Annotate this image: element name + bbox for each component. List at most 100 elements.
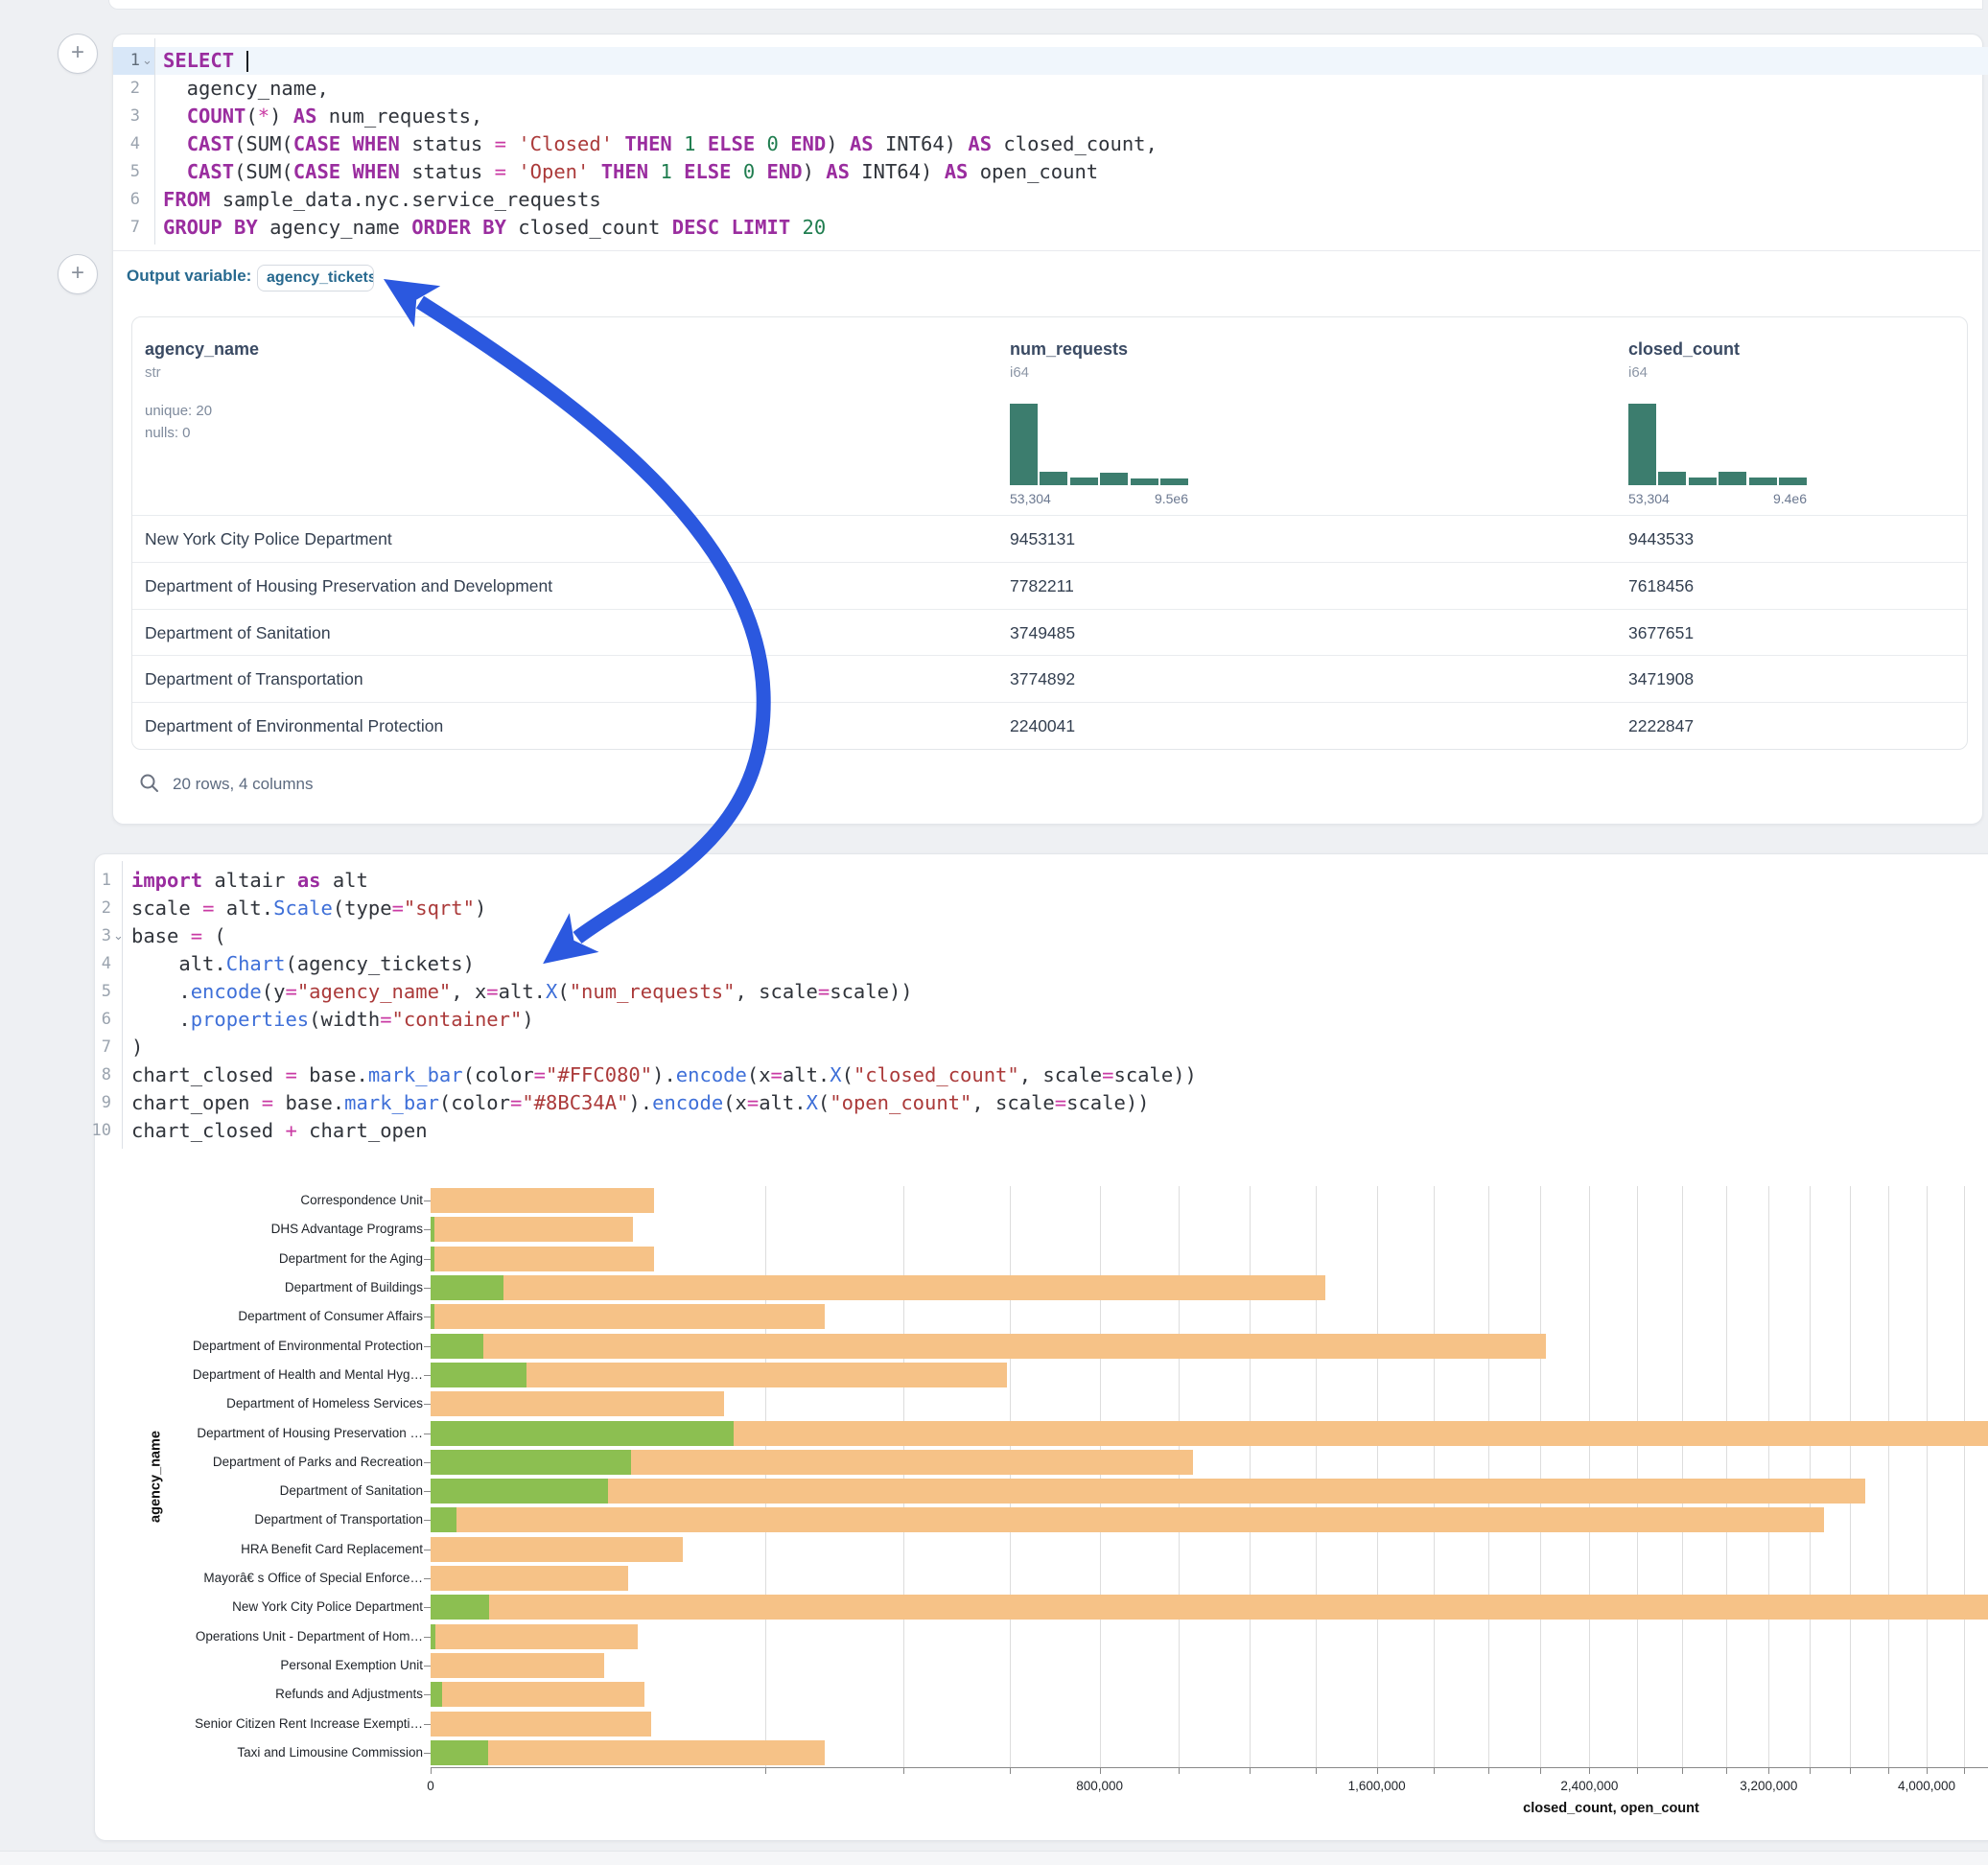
line-number[interactable]: 4 [84, 950, 111, 978]
code-line[interactable]: CAST(SUM(CASE WHEN status = 'Open' THEN … [163, 158, 1098, 186]
line-number[interactable]: 6 [84, 1006, 111, 1034]
search-icon[interactable] [139, 773, 160, 794]
grid-line [1964, 1186, 1965, 1767]
bar-closed-count [431, 1479, 1865, 1504]
column-header-num-requests[interactable]: num_requests [1010, 339, 1128, 360]
y-axis-label: DHS Advantage Programs [168, 1222, 423, 1236]
line-number[interactable]: 3 [113, 103, 140, 130]
line-number[interactable]: 1 [84, 867, 111, 895]
bar-closed-count [431, 1507, 1824, 1532]
y-axis-label: Department of Buildings [168, 1280, 423, 1294]
grid-line [1637, 1186, 1638, 1767]
bar-open-count [431, 1624, 435, 1649]
add-cell-button-top[interactable]: + [58, 34, 98, 74]
x-axis-title: closed_count, open_count [1496, 1801, 1726, 1816]
bar-open-count [431, 1217, 434, 1242]
column-header-closed-count[interactable]: closed_count [1628, 339, 1740, 360]
histogram-bar [1070, 478, 1098, 485]
y-axis-label: Correspondence Unit [168, 1193, 423, 1207]
bar-open-count [431, 1682, 442, 1707]
x-axis-tick [1316, 1768, 1317, 1774]
output-variable-pill[interactable]: agency_tickets [257, 265, 374, 291]
y-axis-label: Department of Environmental Protection [168, 1339, 423, 1353]
code-line[interactable]: chart_closed + chart_open [131, 1117, 428, 1145]
grid-line [1377, 1186, 1378, 1767]
table-cell: Department of Sanitation [145, 610, 331, 657]
code-line[interactable]: .properties(width="container") [131, 1006, 534, 1034]
column-stat-unique: unique: 20 [145, 403, 212, 419]
x-axis-tick [1100, 1768, 1101, 1774]
x-axis-tick [903, 1768, 904, 1774]
x-axis-line [431, 1767, 1988, 1768]
y-axis-label: Personal Exemption Unit [168, 1658, 423, 1672]
y-axis-label: Department of Sanitation [168, 1483, 423, 1498]
table-cell: 2222847 [1628, 703, 1694, 750]
x-axis-tick [1540, 1768, 1541, 1774]
line-number[interactable]: 4 [113, 130, 140, 158]
code-line[interactable]: agency_name, [163, 75, 329, 103]
code-line[interactable]: alt.Chart(agency_tickets) [131, 950, 475, 978]
bar-open-count [431, 1275, 503, 1300]
histogram-bar [1689, 478, 1717, 485]
code-line[interactable]: FROM sample_data.nyc.service_requests [163, 186, 601, 214]
line-number[interactable]: 2 [84, 895, 111, 922]
line-number[interactable]: 7 [84, 1034, 111, 1061]
code-line[interactable]: chart_closed = base.mark_bar(color="#FFC… [131, 1061, 1197, 1089]
code-line[interactable]: ) [131, 1034, 143, 1061]
code-line[interactable]: SELECT [163, 47, 248, 75]
y-axis-label: Taxi and Limousine Commission [168, 1745, 423, 1760]
histogram-bar [1779, 478, 1807, 485]
next-cell-fragment [0, 1851, 1988, 1865]
line-number[interactable]: 6 [113, 186, 140, 214]
code-line[interactable]: scale = alt.Scale(type="sqrt") [131, 895, 486, 922]
code-line[interactable]: .encode(y="agency_name", x=alt.X("num_re… [131, 978, 913, 1006]
x-axis-tick [1250, 1768, 1251, 1774]
notebook-page: { "colors": { "closed_bar": "#F6C287", "… [0, 0, 1988, 1864]
line-number[interactable]: 8 [84, 1061, 111, 1089]
x-axis-tick [1850, 1768, 1851, 1774]
line-number[interactable]: 9 [84, 1089, 111, 1117]
y-axis-label: Senior Citizen Rent Increase Exempti… [168, 1716, 423, 1731]
histogram-bar [1040, 472, 1067, 485]
y-axis-label: Operations Unit - Department of Hom… [168, 1629, 423, 1644]
line-number[interactable]: 1 [113, 47, 140, 75]
grid-line [1100, 1186, 1101, 1767]
histogram-bar [1010, 404, 1038, 485]
line-number[interactable]: 2 [113, 75, 140, 103]
x-axis-tick [1434, 1768, 1435, 1774]
grid-line [1010, 1186, 1011, 1767]
column-header-agency-name[interactable]: agency_name [145, 339, 259, 360]
bar-open-count [431, 1421, 734, 1446]
line-number[interactable]: 5 [113, 158, 140, 186]
code-line[interactable]: COUNT(*) AS num_requests, [163, 103, 482, 130]
line-number[interactable]: 10 [84, 1117, 111, 1145]
y-axis-label: Department of Parks and Recreation [168, 1455, 423, 1469]
y-axis-label: New York City Police Department [168, 1599, 423, 1614]
code-line[interactable]: import altair as alt [131, 867, 368, 895]
y-axis-label: Mayorâ€ s Office of Special Enforce… [168, 1571, 423, 1585]
bar-open-count [431, 1507, 456, 1532]
table-row: Department of Environmental Protection22… [132, 702, 1967, 750]
y-axis-label: Department of Housing Preservation … [168, 1426, 423, 1440]
y-axis-label: HRA Benefit Card Replacement [168, 1542, 423, 1556]
grid-line [1682, 1186, 1683, 1767]
bar-closed-count [431, 1275, 1325, 1300]
line-number[interactable]: 3 [84, 922, 111, 950]
code-line[interactable]: chart_open = base.mark_bar(color="#8BC34… [131, 1089, 1150, 1117]
line-fold-caret[interactable]: ⌄ [142, 47, 152, 75]
code-line[interactable]: base = ( [131, 922, 226, 950]
grid-line [1850, 1186, 1851, 1767]
table-cell: 7618456 [1628, 563, 1694, 610]
table-cell: 3471908 [1628, 656, 1694, 703]
table-row: New York City Police Department945313194… [132, 515, 1967, 563]
add-cell-button-middle[interactable]: + [58, 254, 98, 294]
code-line[interactable]: GROUP BY agency_name ORDER BY closed_cou… [163, 214, 826, 242]
x-axis-tick [1589, 1768, 1590, 1774]
bar-closed-count [431, 1188, 654, 1213]
table-cell: Department of Housing Preservation and D… [145, 563, 552, 610]
x-axis-tick-label: 4,000,000 [1869, 1779, 1984, 1793]
line-number[interactable]: 7 [113, 214, 140, 242]
line-number[interactable]: 5 [84, 978, 111, 1006]
code-line[interactable]: CAST(SUM(CASE WHEN status = 'Closed' THE… [163, 130, 1158, 158]
x-axis-tick-label: 1,600,000 [1320, 1779, 1435, 1793]
